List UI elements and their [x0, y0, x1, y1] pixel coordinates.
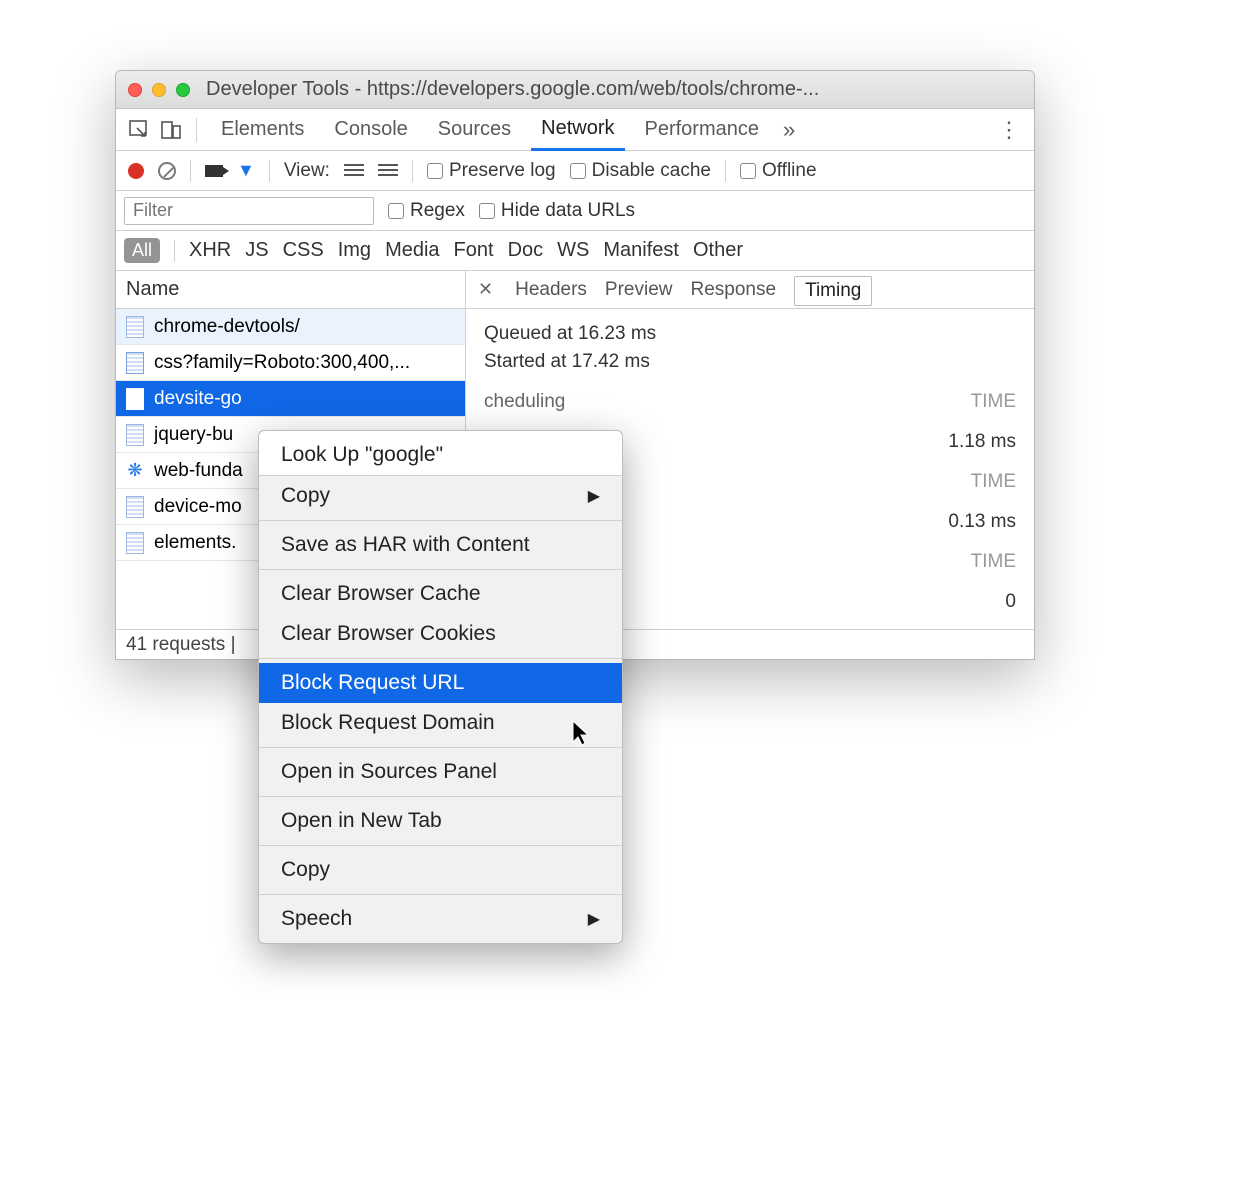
menu-item[interactable]: Look Up "google"	[259, 431, 622, 476]
request-name: css?family=Roboto:300,400,...	[154, 352, 410, 374]
main-tabs: Elements Console Sources Network Perform…	[116, 109, 1034, 151]
menu-item[interactable]: Open in Sources Panel	[259, 752, 622, 792]
file-icon	[126, 352, 144, 374]
menu-item[interactable]: Copy	[259, 850, 622, 890]
close-icon[interactable]: ✕	[478, 279, 493, 300]
device-toggle-icon[interactable]	[160, 119, 182, 141]
regex-checkbox[interactable]: Regex	[388, 200, 465, 222]
view-label: View:	[284, 160, 330, 182]
window-title: Developer Tools - https://developers.goo…	[206, 78, 819, 101]
file-icon	[126, 316, 144, 338]
tabs-overflow-icon[interactable]: »	[783, 117, 795, 143]
detail-tab-preview[interactable]: Preview	[605, 279, 673, 301]
menu-item[interactable]: Copy▶	[259, 476, 622, 516]
column-header-name[interactable]: Name	[116, 271, 465, 309]
record-button[interactable]	[128, 163, 144, 179]
hide-data-urls-checkbox[interactable]: Hide data URLs	[479, 200, 635, 222]
tab-performance[interactable]: Performance	[635, 109, 770, 150]
preserve-log-checkbox[interactable]: Preserve log	[427, 160, 556, 182]
filter-bar: Regex Hide data URLs	[116, 191, 1034, 231]
menu-item[interactable]: Clear Browser Cache	[259, 574, 622, 614]
minimize-window-button[interactable]	[152, 83, 166, 97]
menu-item[interactable]: Block Request Domain	[259, 703, 622, 743]
view-list-icon[interactable]	[344, 164, 364, 178]
request-name: elements.	[154, 532, 236, 554]
type-all[interactable]: All	[124, 238, 160, 263]
file-icon	[126, 532, 144, 554]
detail-tab-timing[interactable]: Timing	[794, 276, 872, 306]
detail-tab-headers[interactable]: Headers	[515, 279, 587, 301]
menu-item[interactable]: Clear Browser Cookies	[259, 614, 622, 654]
filter-input[interactable]	[124, 197, 374, 225]
type-doc[interactable]: Doc	[508, 239, 544, 262]
close-window-button[interactable]	[128, 83, 142, 97]
timing-queued: Queued at 16.23 ms	[484, 323, 1016, 345]
disable-cache-checkbox[interactable]: Disable cache	[570, 160, 711, 182]
gear-icon: ❋	[126, 460, 144, 482]
request-name: chrome-devtools/	[154, 316, 300, 338]
zoom-window-button[interactable]	[176, 83, 190, 97]
menu-item[interactable]: Block Request URL	[259, 663, 622, 703]
menu-item[interactable]: Speech▶	[259, 899, 622, 939]
tab-network[interactable]: Network	[531, 110, 624, 151]
type-js[interactable]: JS	[245, 239, 268, 262]
view-waterfall-icon[interactable]	[378, 164, 398, 178]
tab-sources[interactable]: Sources	[428, 109, 521, 150]
type-manifest[interactable]: Manifest	[603, 239, 679, 262]
screenshot-icon[interactable]	[205, 165, 223, 177]
submenu-arrow-icon: ▶	[588, 909, 600, 929]
type-ws[interactable]: WS	[557, 239, 589, 262]
traffic-lights	[128, 83, 190, 97]
file-icon	[126, 496, 144, 518]
titlebar: Developer Tools - https://developers.goo…	[116, 71, 1034, 109]
menu-item[interactable]: Open in New Tab	[259, 801, 622, 841]
request-name: devsite-go	[154, 388, 242, 410]
tab-elements[interactable]: Elements	[211, 109, 314, 150]
type-media[interactable]: Media	[385, 239, 439, 262]
type-css[interactable]: CSS	[283, 239, 324, 262]
detail-tab-response[interactable]: Response	[691, 279, 777, 301]
request-row[interactable]: css?family=Roboto:300,400,...	[116, 345, 465, 381]
inspect-icon[interactable]	[128, 119, 150, 141]
offline-checkbox[interactable]: Offline	[740, 160, 817, 182]
detail-tabs: ✕ Headers Preview Response Timing	[466, 271, 1034, 309]
type-font[interactable]: Font	[454, 239, 494, 262]
type-other[interactable]: Other	[693, 239, 743, 262]
type-xhr[interactable]: XHR	[189, 239, 231, 262]
type-img[interactable]: Img	[338, 239, 371, 262]
context-menu: Look Up "google"Copy▶Save as HAR with Co…	[258, 430, 623, 944]
network-toolbar: ▼ View: Preserve log Disable cache Offli…	[116, 151, 1034, 191]
file-icon	[126, 388, 144, 410]
request-name: device-mo	[154, 496, 242, 518]
request-name: jquery-bu	[154, 424, 233, 446]
clear-icon[interactable]	[158, 162, 176, 180]
kebab-menu-icon[interactable]: ⋮	[998, 117, 1022, 143]
type-filter-bar: All XHR JS CSS Img Media Font Doc WS Man…	[116, 231, 1034, 271]
request-name: web-funda	[154, 460, 243, 482]
request-row[interactable]: devsite-go	[116, 381, 465, 417]
tab-console[interactable]: Console	[324, 109, 417, 150]
menu-item[interactable]: Save as HAR with Content	[259, 525, 622, 565]
request-row[interactable]: chrome-devtools/	[116, 309, 465, 345]
timing-started: Started at 17.42 ms	[484, 351, 1016, 373]
file-icon	[126, 424, 144, 446]
submenu-arrow-icon: ▶	[588, 486, 600, 506]
filter-icon[interactable]: ▼	[237, 160, 255, 181]
